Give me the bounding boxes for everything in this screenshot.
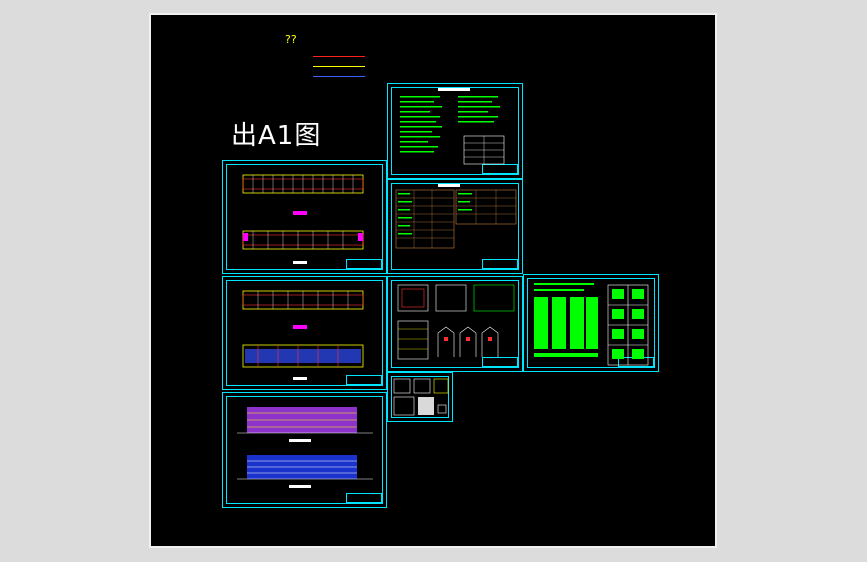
sheet-elevations[interactable]	[222, 392, 387, 508]
sheet-floor-plan-2[interactable]	[222, 276, 387, 390]
legend-line-blue	[313, 76, 365, 77]
schedule-table	[395, 184, 517, 249]
drawing-title: 出A1图	[231, 121, 322, 151]
sheet-stair-detail[interactable]	[387, 372, 453, 422]
sheet-reinforcement-details[interactable]	[523, 274, 659, 372]
legend-line-red	[313, 56, 365, 57]
sheet-schedule-table[interactable]	[387, 179, 523, 274]
sheet-structural-details[interactable]	[387, 276, 523, 372]
details-drawing	[397, 284, 515, 360]
stair-detail-drawing	[393, 378, 449, 416]
legend-line-yellow	[313, 66, 365, 67]
drawing-canvas[interactable]: ?? 出A1图	[149, 13, 717, 548]
legend-heading: ??	[285, 33, 297, 46]
notes-text-block	[400, 88, 505, 165]
floor-plan-drawing	[242, 174, 364, 264]
reinforcement-drawing	[534, 283, 649, 366]
elevation-drawing	[237, 407, 373, 488]
floor-plan-drawing	[242, 290, 364, 380]
sheet-floor-plan-1[interactable]	[222, 160, 387, 274]
sheet-design-notes[interactable]	[387, 83, 523, 179]
